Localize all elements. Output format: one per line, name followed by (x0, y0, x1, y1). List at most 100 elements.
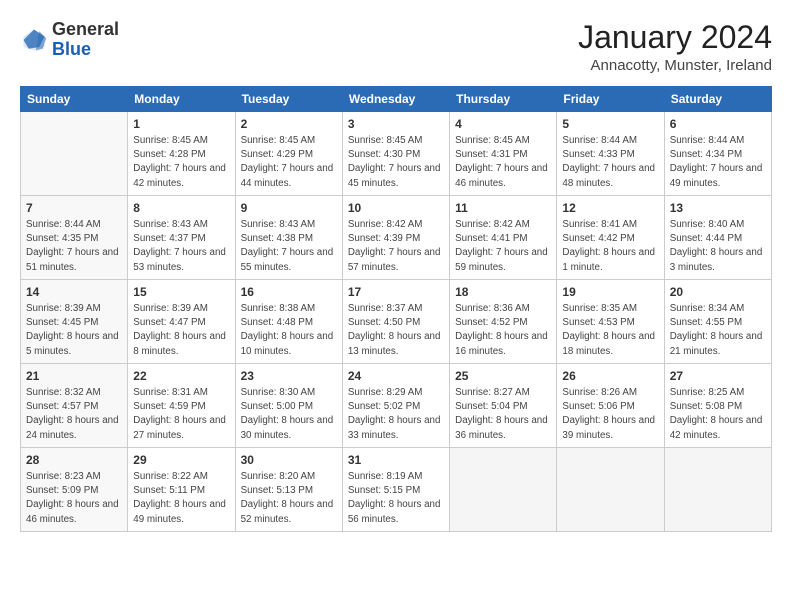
col-header-sunday: Sunday (21, 87, 128, 112)
day-info: Sunrise: 8:26 AMSunset: 5:06 PMDaylight:… (562, 386, 658, 443)
day-info: Sunrise: 8:44 AMSunset: 4:35 PMDaylight:… (26, 218, 122, 275)
day-info: Sunrise: 8:30 AMSunset: 5:00 PMDaylight:… (241, 386, 337, 443)
logo-text: General Blue (52, 20, 119, 60)
day-number: 29 (133, 452, 229, 469)
calendar-cell: 13Sunrise: 8:40 AMSunset: 4:44 PMDayligh… (664, 196, 771, 280)
day-info: Sunrise: 8:32 AMSunset: 4:57 PMDaylight:… (26, 386, 122, 443)
col-header-tuesday: Tuesday (235, 87, 342, 112)
calendar-cell: 24Sunrise: 8:29 AMSunset: 5:02 PMDayligh… (342, 364, 449, 448)
day-info: Sunrise: 8:45 AMSunset: 4:30 PMDaylight:… (348, 134, 444, 191)
day-info: Sunrise: 8:44 AMSunset: 4:33 PMDaylight:… (562, 134, 658, 191)
day-number: 8 (133, 200, 229, 217)
calendar-cell: 23Sunrise: 8:30 AMSunset: 5:00 PMDayligh… (235, 364, 342, 448)
day-info: Sunrise: 8:45 AMSunset: 4:28 PMDaylight:… (133, 134, 229, 191)
calendar-cell: 6Sunrise: 8:44 AMSunset: 4:34 PMDaylight… (664, 112, 771, 196)
day-info: Sunrise: 8:41 AMSunset: 4:42 PMDaylight:… (562, 218, 658, 275)
logo-icon (20, 26, 48, 54)
day-info: Sunrise: 8:39 AMSunset: 4:45 PMDaylight:… (26, 302, 122, 359)
day-info: Sunrise: 8:23 AMSunset: 5:09 PMDaylight:… (26, 470, 122, 527)
day-info: Sunrise: 8:20 AMSunset: 5:13 PMDaylight:… (241, 470, 337, 527)
subtitle: Annacotty, Munster, Ireland (578, 57, 772, 74)
calendar-cell: 5Sunrise: 8:44 AMSunset: 4:33 PMDaylight… (557, 112, 664, 196)
week-row-1: 7Sunrise: 8:44 AMSunset: 4:35 PMDaylight… (21, 196, 772, 280)
calendar-cell: 26Sunrise: 8:26 AMSunset: 5:06 PMDayligh… (557, 364, 664, 448)
calendar-cell: 8Sunrise: 8:43 AMSunset: 4:37 PMDaylight… (128, 196, 235, 280)
col-header-wednesday: Wednesday (342, 87, 449, 112)
calendar-cell: 22Sunrise: 8:31 AMSunset: 4:59 PMDayligh… (128, 364, 235, 448)
calendar-cell: 29Sunrise: 8:22 AMSunset: 5:11 PMDayligh… (128, 448, 235, 532)
day-number: 15 (133, 284, 229, 301)
calendar-table: SundayMondayTuesdayWednesdayThursdayFrid… (20, 86, 772, 532)
day-info: Sunrise: 8:37 AMSunset: 4:50 PMDaylight:… (348, 302, 444, 359)
calendar-cell: 9Sunrise: 8:43 AMSunset: 4:38 PMDaylight… (235, 196, 342, 280)
day-number: 12 (562, 200, 658, 217)
calendar-cell: 25Sunrise: 8:27 AMSunset: 5:04 PMDayligh… (450, 364, 557, 448)
week-row-4: 28Sunrise: 8:23 AMSunset: 5:09 PMDayligh… (21, 448, 772, 532)
calendar-cell: 10Sunrise: 8:42 AMSunset: 4:39 PMDayligh… (342, 196, 449, 280)
day-number: 9 (241, 200, 337, 217)
calendar-cell: 28Sunrise: 8:23 AMSunset: 5:09 PMDayligh… (21, 448, 128, 532)
calendar-cell: 15Sunrise: 8:39 AMSunset: 4:47 PMDayligh… (128, 280, 235, 364)
day-number: 21 (26, 368, 122, 385)
day-number: 10 (348, 200, 444, 217)
day-number: 20 (670, 284, 766, 301)
calendar-cell: 27Sunrise: 8:25 AMSunset: 5:08 PMDayligh… (664, 364, 771, 448)
day-info: Sunrise: 8:34 AMSunset: 4:55 PMDaylight:… (670, 302, 766, 359)
calendar-cell (664, 448, 771, 532)
calendar-cell: 20Sunrise: 8:34 AMSunset: 4:55 PMDayligh… (664, 280, 771, 364)
day-info: Sunrise: 8:27 AMSunset: 5:04 PMDaylight:… (455, 386, 551, 443)
calendar-cell: 14Sunrise: 8:39 AMSunset: 4:45 PMDayligh… (21, 280, 128, 364)
day-number: 25 (455, 368, 551, 385)
day-number: 23 (241, 368, 337, 385)
day-number: 4 (455, 116, 551, 133)
calendar-cell (21, 112, 128, 196)
header: General Blue January 2024 Annacotty, Mun… (20, 20, 772, 74)
day-number: 11 (455, 200, 551, 217)
header-row: SundayMondayTuesdayWednesdayThursdayFrid… (21, 87, 772, 112)
day-info: Sunrise: 8:44 AMSunset: 4:34 PMDaylight:… (670, 134, 766, 191)
day-number: 3 (348, 116, 444, 133)
calendar-cell: 18Sunrise: 8:36 AMSunset: 4:52 PMDayligh… (450, 280, 557, 364)
calendar-cell: 3Sunrise: 8:45 AMSunset: 4:30 PMDaylight… (342, 112, 449, 196)
page: General Blue January 2024 Annacotty, Mun… (0, 0, 792, 612)
day-info: Sunrise: 8:39 AMSunset: 4:47 PMDaylight:… (133, 302, 229, 359)
logo-blue: Blue (52, 39, 91, 59)
calendar-cell: 11Sunrise: 8:42 AMSunset: 4:41 PMDayligh… (450, 196, 557, 280)
day-number: 17 (348, 284, 444, 301)
day-number: 18 (455, 284, 551, 301)
day-number: 22 (133, 368, 229, 385)
logo-general: General (52, 19, 119, 39)
day-info: Sunrise: 8:29 AMSunset: 5:02 PMDaylight:… (348, 386, 444, 443)
day-number: 26 (562, 368, 658, 385)
day-number: 13 (670, 200, 766, 217)
calendar-cell: 2Sunrise: 8:45 AMSunset: 4:29 PMDaylight… (235, 112, 342, 196)
calendar-cell: 17Sunrise: 8:37 AMSunset: 4:50 PMDayligh… (342, 280, 449, 364)
week-row-2: 14Sunrise: 8:39 AMSunset: 4:45 PMDayligh… (21, 280, 772, 364)
day-number: 6 (670, 116, 766, 133)
week-row-0: 1Sunrise: 8:45 AMSunset: 4:28 PMDaylight… (21, 112, 772, 196)
day-info: Sunrise: 8:25 AMSunset: 5:08 PMDaylight:… (670, 386, 766, 443)
col-header-saturday: Saturday (664, 87, 771, 112)
calendar-cell: 4Sunrise: 8:45 AMSunset: 4:31 PMDaylight… (450, 112, 557, 196)
day-info: Sunrise: 8:42 AMSunset: 4:41 PMDaylight:… (455, 218, 551, 275)
day-number: 14 (26, 284, 122, 301)
col-header-friday: Friday (557, 87, 664, 112)
day-number: 7 (26, 200, 122, 217)
week-row-3: 21Sunrise: 8:32 AMSunset: 4:57 PMDayligh… (21, 364, 772, 448)
day-info: Sunrise: 8:45 AMSunset: 4:31 PMDaylight:… (455, 134, 551, 191)
day-number: 1 (133, 116, 229, 133)
day-number: 16 (241, 284, 337, 301)
day-number: 27 (670, 368, 766, 385)
calendar-header: SundayMondayTuesdayWednesdayThursdayFrid… (21, 87, 772, 112)
day-number: 2 (241, 116, 337, 133)
day-info: Sunrise: 8:40 AMSunset: 4:44 PMDaylight:… (670, 218, 766, 275)
day-info: Sunrise: 8:36 AMSunset: 4:52 PMDaylight:… (455, 302, 551, 359)
day-info: Sunrise: 8:43 AMSunset: 4:38 PMDaylight:… (241, 218, 337, 275)
day-number: 30 (241, 452, 337, 469)
col-header-monday: Monday (128, 87, 235, 112)
day-number: 5 (562, 116, 658, 133)
calendar-cell: 1Sunrise: 8:45 AMSunset: 4:28 PMDaylight… (128, 112, 235, 196)
main-title: January 2024 (578, 20, 772, 55)
calendar-body: 1Sunrise: 8:45 AMSunset: 4:28 PMDaylight… (21, 112, 772, 532)
day-info: Sunrise: 8:31 AMSunset: 4:59 PMDaylight:… (133, 386, 229, 443)
